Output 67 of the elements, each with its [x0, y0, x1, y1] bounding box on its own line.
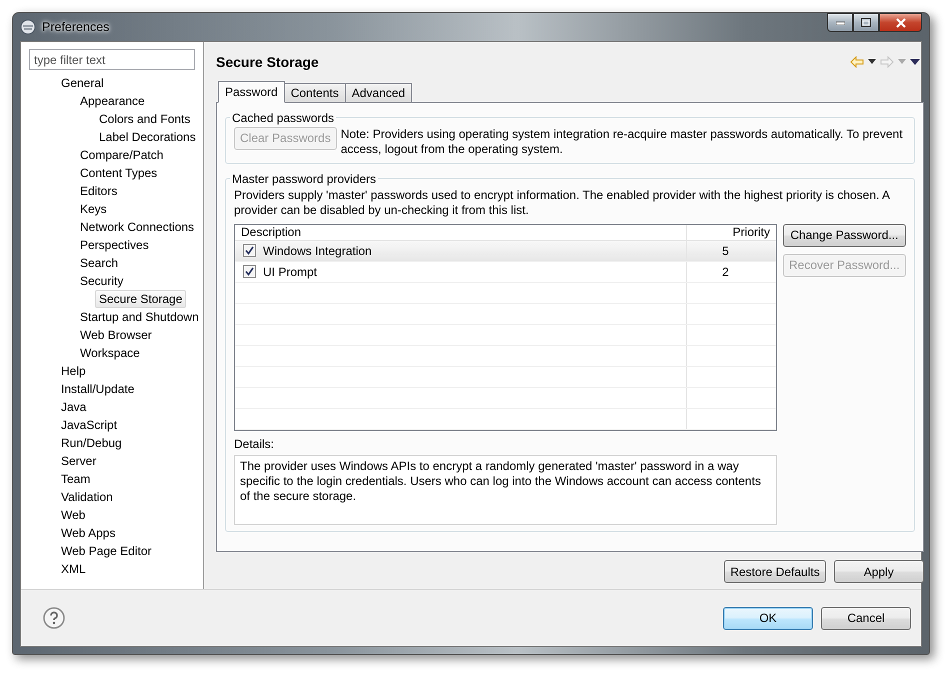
- dropdown-icon: [898, 59, 906, 64]
- checkbox[interactable]: [243, 265, 256, 278]
- help-icon[interactable]: [43, 607, 65, 629]
- tree-item[interactable]: Java: [57, 398, 90, 416]
- table-cell: 2: [722, 264, 729, 279]
- group-title: Cached passwords: [231, 110, 336, 125]
- details-text: The provider uses Windows APIs to encrypt a randomly generated 'master' password in a way specific to the login credentials. Users who can log into the Windows account can access contents of the secure storage.: [240, 458, 762, 504]
- tree-item[interactable]: Editors: [76, 182, 122, 200]
- tree-item[interactable]: Colors and Fonts: [95, 110, 194, 128]
- tree-item[interactable]: Startup and Shutdown: [76, 308, 203, 326]
- tree-item[interactable]: Web Page Editor: [57, 542, 156, 560]
- tab[interactable]: Advanced: [344, 82, 412, 103]
- window-title: Preferences: [42, 20, 110, 34]
- tree-item[interactable]: Help: [57, 362, 90, 380]
- tree-item[interactable]: Security: [76, 272, 128, 290]
- filter-field[interactable]: type filter text: [29, 49, 195, 70]
- page-button[interactable]: Apply: [834, 560, 924, 583]
- tree-item[interactable]: Validation: [57, 488, 117, 506]
- dropdown-icon[interactable]: [868, 59, 876, 64]
- column-header[interactable]: Description: [235, 224, 686, 240]
- tab[interactable]: Password: [218, 80, 285, 103]
- tree-item[interactable]: Run/Debug: [57, 434, 126, 452]
- tree-item[interactable]: General: [57, 74, 108, 92]
- tree-item[interactable]: Appearance: [76, 92, 149, 110]
- tree-item[interactable]: Compare/Patch: [76, 146, 168, 164]
- maximize-icon: [861, 18, 871, 27]
- tree-item[interactable]: Web Browser: [76, 326, 156, 344]
- group-title: Master password providers: [231, 172, 378, 186]
- tab[interactable]: Contents: [284, 82, 346, 103]
- close-icon: [896, 18, 906, 28]
- table-cell: Windows Integration: [263, 244, 372, 258]
- intro-text: Providers supply 'master' passwords used to encrypt information. The enabled provider with the highest priority is chosen. A provider can be disabled by un-checking it from this list.: [234, 188, 891, 218]
- table-row[interactable]: Windows Integration 5: [235, 240, 776, 262]
- minimize-button[interactable]: [827, 13, 853, 32]
- forward-arrow-icon: [880, 56, 894, 68]
- table-cell: UI Prompt: [263, 264, 318, 279]
- page-title: Secure Storage: [216, 54, 319, 70]
- tree-item[interactable]: Web: [57, 506, 90, 524]
- note-text: Note: Providers using operating system integration re-acquire master passwords automatically. To prevent access, logout from the operating system.: [340, 126, 904, 157]
- tree-item[interactable]: XML: [57, 560, 90, 578]
- dialog-button[interactable]: Cancel: [821, 606, 911, 630]
- tree-item[interactable]: Secure Storage: [95, 290, 186, 308]
- table-row[interactable]: UI Prompt 2: [235, 262, 776, 283]
- tree-item[interactable]: Server: [57, 452, 100, 470]
- password-button[interactable]: Change Password...: [783, 224, 906, 247]
- tree-item[interactable]: Content Types: [76, 164, 162, 182]
- view-menu-icon[interactable]: [910, 58, 920, 65]
- details-label: Details:: [234, 436, 276, 451]
- tree-item[interactable]: Perspectives: [76, 236, 153, 254]
- maximize-button[interactable]: [853, 13, 879, 32]
- minimize-icon: [836, 20, 844, 24]
- tree-item[interactable]: Search: [76, 254, 122, 272]
- checkbox[interactable]: [243, 244, 256, 258]
- app-icon: [20, 19, 36, 35]
- tree-item[interactable]: JavaScript: [57, 416, 122, 434]
- tree-item[interactable]: Web Apps: [57, 524, 120, 542]
- dialog-button[interactable]: OK: [723, 606, 813, 630]
- table-cell: 5: [722, 244, 729, 258]
- tree-item[interactable]: Team: [57, 470, 94, 488]
- column-header[interactable]: Priority: [686, 224, 776, 240]
- tree-item[interactable]: Label Decorations: [95, 128, 200, 146]
- tree-item[interactable]: Workspace: [76, 344, 144, 362]
- page-button[interactable]: Restore Defaults: [724, 560, 826, 583]
- close-button[interactable]: [879, 13, 922, 32]
- tree-item[interactable]: Install/Update: [57, 380, 138, 398]
- tree-item[interactable]: Network Connections: [76, 218, 198, 236]
- tree-item[interactable]: Keys: [76, 200, 111, 218]
